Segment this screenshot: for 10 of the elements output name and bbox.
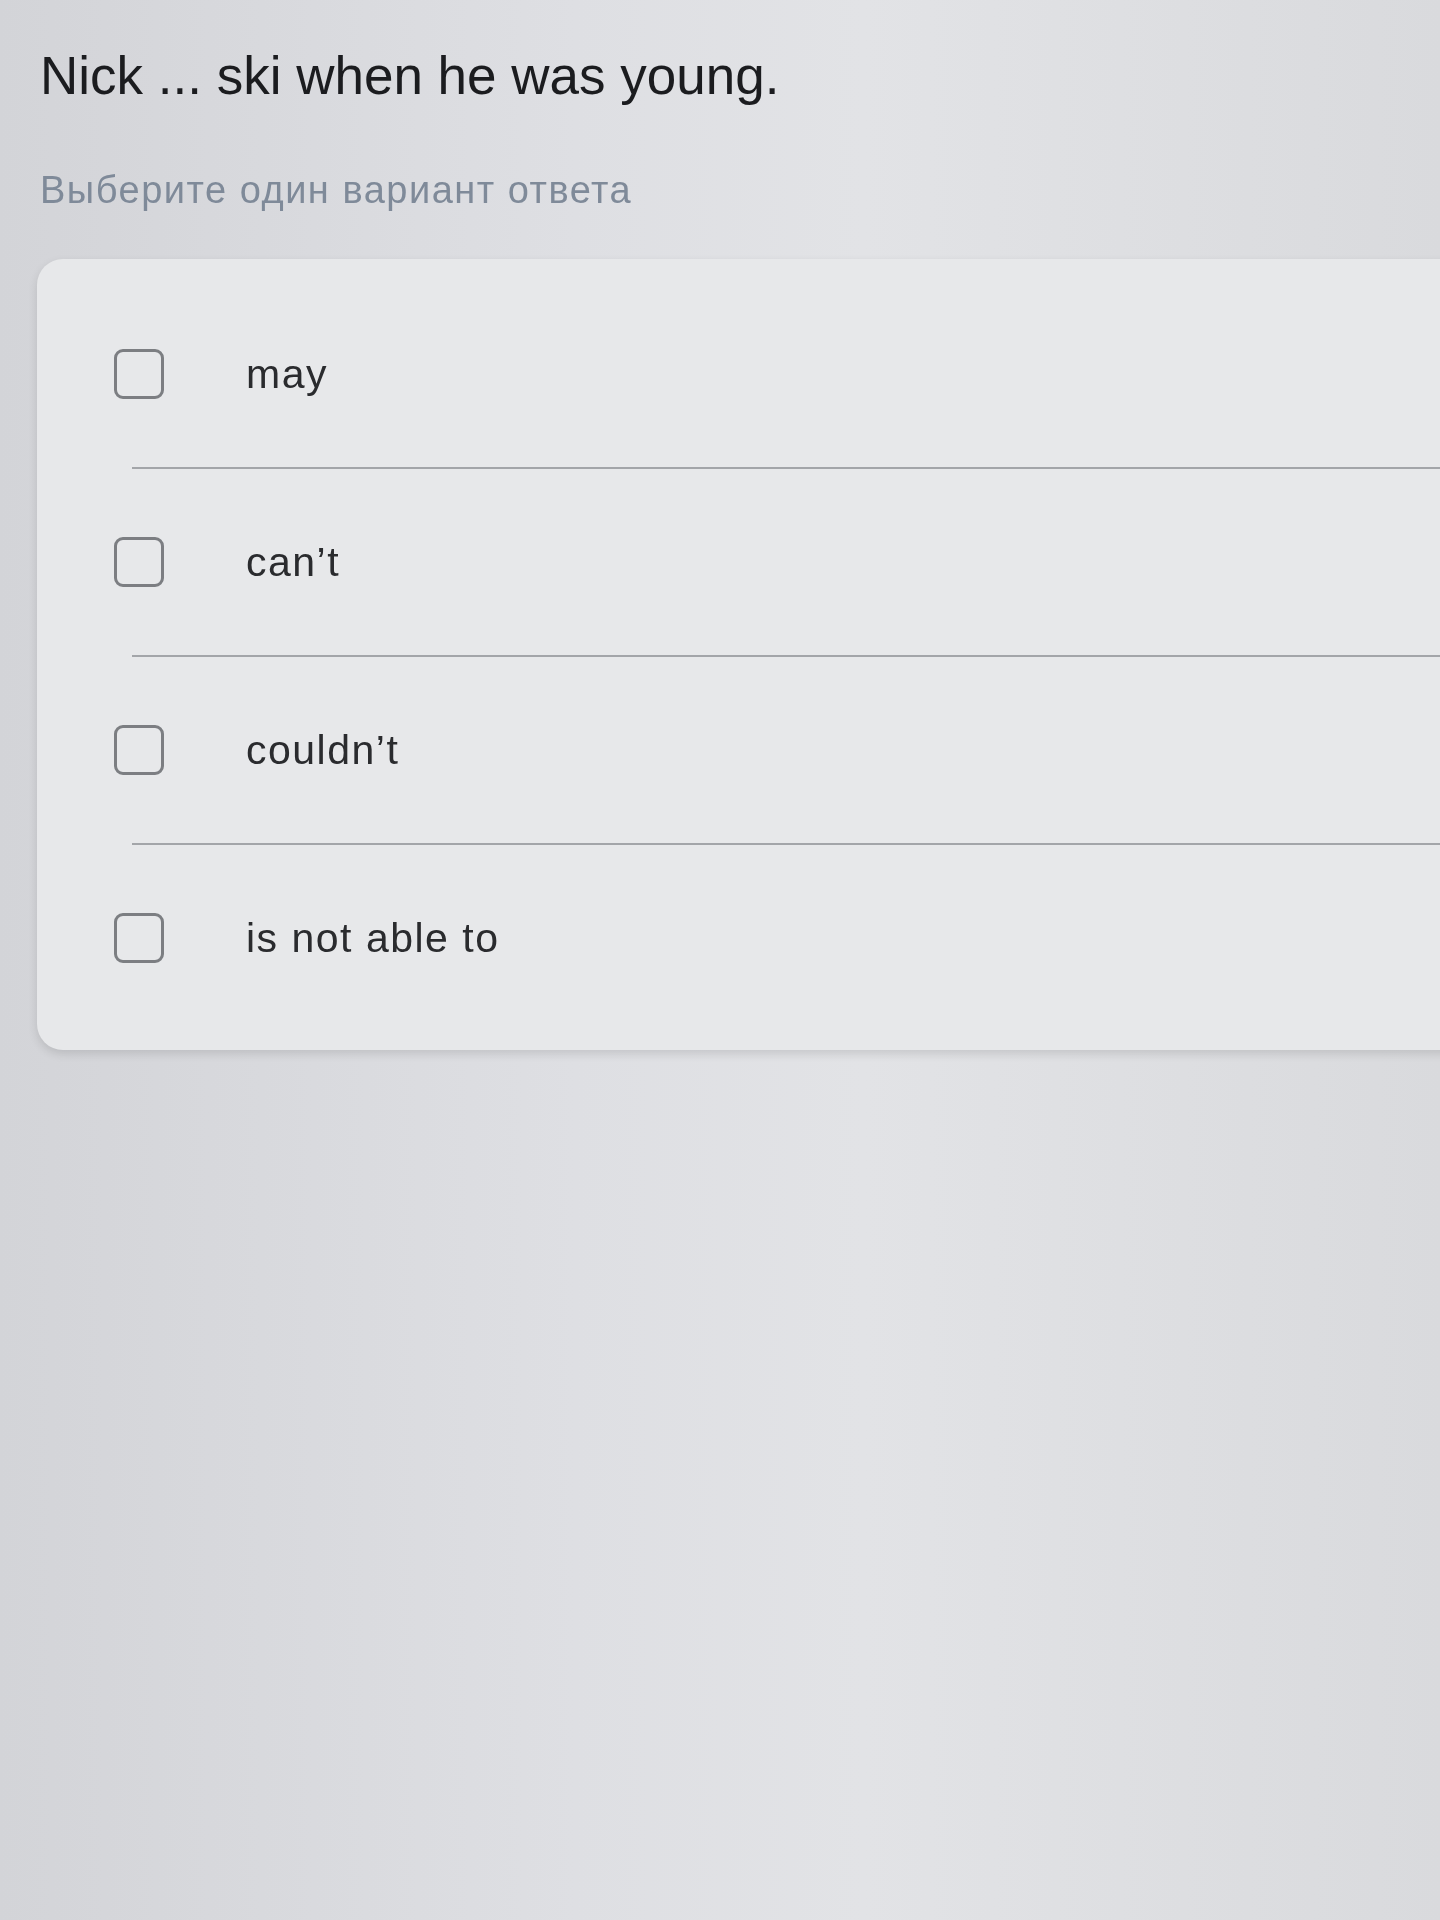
option-label[interactable]: may: [246, 349, 328, 399]
checkbox[interactable]: [114, 913, 164, 963]
checkbox[interactable]: [114, 349, 164, 399]
option-label[interactable]: couldn’t: [246, 725, 400, 775]
option-label[interactable]: can’t: [246, 537, 341, 587]
instruction-text: Выберите один вариант ответа: [40, 168, 633, 213]
checkbox[interactable]: [114, 725, 164, 775]
question-text: Nick ... ski when he was young.: [40, 45, 780, 107]
checkbox[interactable]: [114, 537, 164, 587]
option-label[interactable]: is not able to: [246, 913, 500, 963]
